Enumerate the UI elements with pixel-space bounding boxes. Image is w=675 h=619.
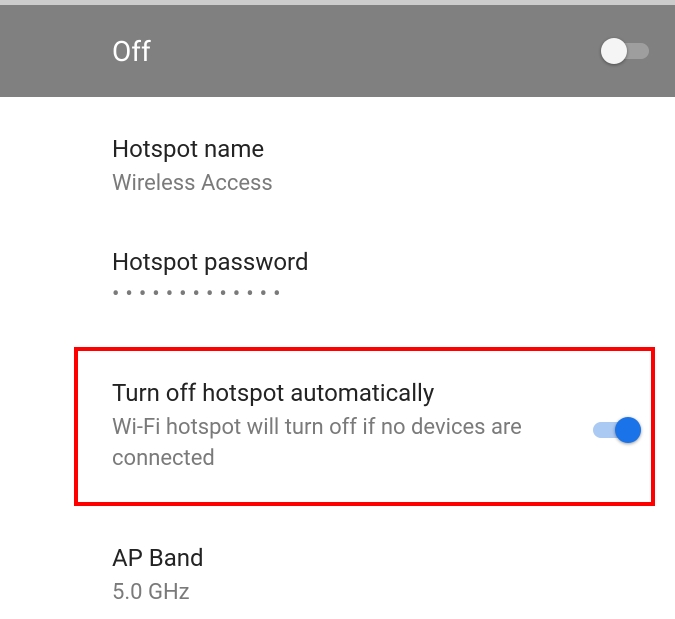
auto-off-item[interactable]: Turn off hotspot automatically Wi-Fi hot… [112,379,641,475]
auto-off-label: Turn off hotspot automatically [112,379,573,407]
hotspot-master-toggle-row[interactable]: Off [0,5,675,97]
hotspot-password-value: ••••••••••••• [112,282,645,307]
hotspot-name-item[interactable]: Hotspot name Wireless Access [112,97,645,210]
switch-thumb [615,417,641,443]
hotspot-name-label: Hotspot name [112,135,645,163]
hotspot-password-label: Hotspot password [112,248,645,276]
hotspot-state-title: Off [112,35,151,68]
ap-band-value: 5.0 GHz [112,578,645,609]
ap-band-item[interactable]: AP Band 5.0 GHz [112,516,645,619]
highlight-box: Turn off hotspot automatically Wi-Fi hot… [74,347,655,507]
settings-list: Hotspot name Wireless Access Hotspot pas… [0,97,675,619]
auto-off-switch[interactable] [593,417,641,437]
ap-band-label: AP Band [112,544,645,572]
hotspot-name-value: Wireless Access [112,169,645,200]
hotspot-password-item[interactable]: Hotspot password ••••••••••••• [112,210,645,317]
switch-thumb [601,38,627,64]
auto-off-description: Wi-Fi hotspot will turn off if no device… [112,413,573,475]
hotspot-master-switch[interactable] [601,38,649,64]
